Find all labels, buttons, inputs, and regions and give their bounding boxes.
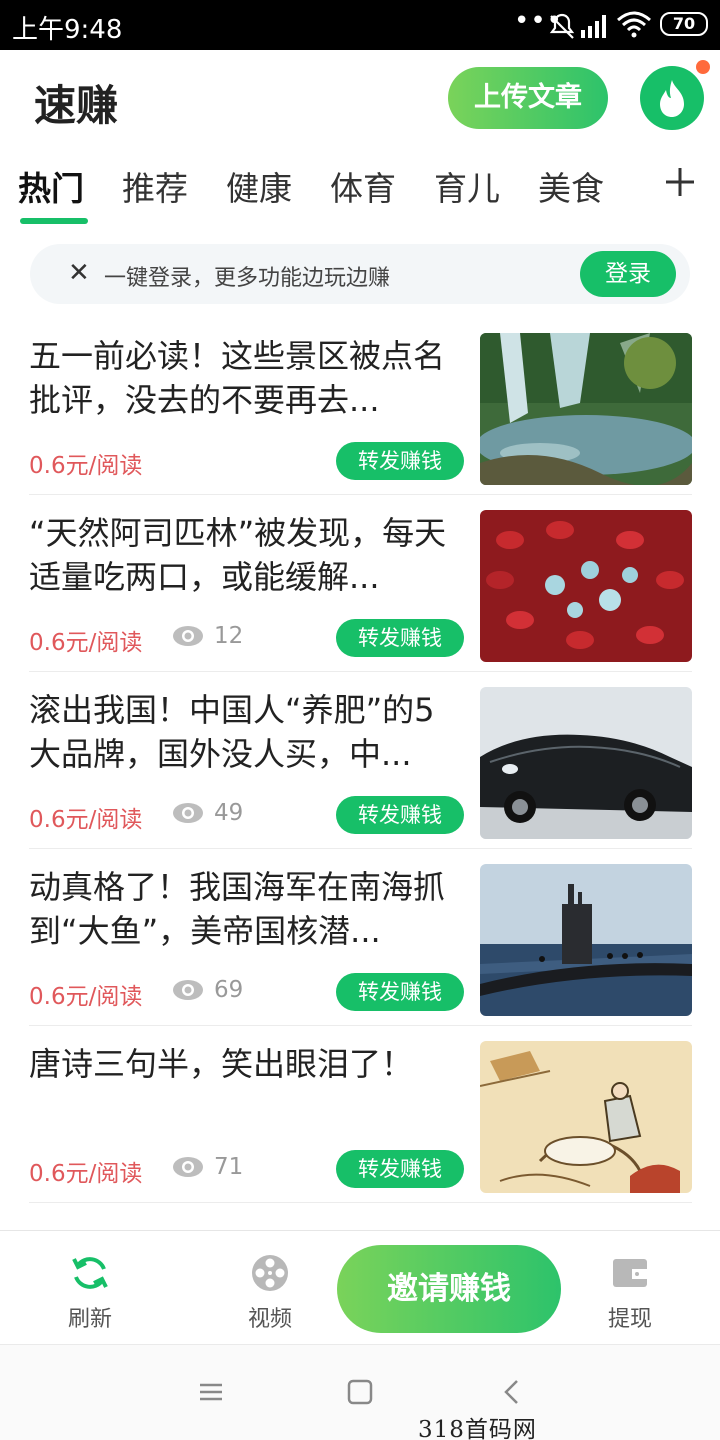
article-title-partial[interactable]: 忽修人的10种病，大多不用 <box>29 1221 422 1230</box>
view-count: 69 <box>172 977 243 1003</box>
article-thumbnail[interactable] <box>480 1041 692 1193</box>
share-earn-button[interactable]: 转发赚钱 <box>336 619 464 657</box>
app-header: 速赚 上传文章 <box>0 50 720 150</box>
article-feed: 五一前必读！这些景区被点名批评，没去的不要再去... 0.6元/阅读 转发赚钱 <box>0 318 720 1230</box>
article-title[interactable]: “天然阿司匹林”被发现，每天适量吃两口，或能缓解... <box>29 511 461 599</box>
article-title[interactable]: 五一前必读！这些景区被点名批评，没去的不要再去... <box>29 334 461 422</box>
tab-sports[interactable]: 体育 <box>330 162 396 210</box>
mute-bell-icon <box>549 13 575 39</box>
signal-icon <box>581 15 606 38</box>
nav-video-label: 视频 <box>247 1307 292 1332</box>
upload-article-button[interactable]: 上传文章 <box>448 67 608 129</box>
share-earn-button[interactable]: 转发赚钱 <box>336 973 464 1011</box>
article-thumbnail[interactable] <box>480 687 692 839</box>
flame-icon <box>660 80 684 117</box>
battery-indicator: 70 <box>660 12 708 36</box>
view-count-value: 69 <box>214 977 244 1003</box>
article-item[interactable]: 五一前必读！这些景区被点名批评，没去的不要再去... 0.6元/阅读 转发赚钱 <box>0 318 720 495</box>
login-banner-text: 一键登录，更多功能边玩边赚 <box>104 266 391 291</box>
menu-icon[interactable] <box>196 1377 226 1407</box>
invite-earn-button[interactable]: 邀请赚钱 <box>337 1245 561 1333</box>
eye-icon <box>173 626 203 646</box>
refresh-icon <box>72 1257 108 1289</box>
article-price: 0.6元/阅读 <box>29 807 143 833</box>
nav-withdraw-label: 提现 <box>607 1307 652 1332</box>
article-item[interactable]: “天然阿司匹林”被发现，每天适量吃两口，或能缓解... 0.6元/阅读 12 转… <box>0 495 720 672</box>
view-count: 49 <box>172 800 243 826</box>
app-title: 速赚 <box>34 81 119 130</box>
article-item[interactable]: 滚出我国！中国人“养肥”的5大品牌，国外没人买，中... 0.6元/阅读 49 … <box>0 672 720 849</box>
article-price: 0.6元/阅读 <box>29 630 143 656</box>
wallet-icon <box>613 1259 647 1287</box>
login-button[interactable]: 登录 <box>580 251 676 297</box>
nav-video[interactable]: 视频 <box>220 1231 320 1345</box>
status-bar: 上午9:48 ••• 70 <box>0 0 720 50</box>
share-earn-button[interactable]: 转发赚钱 <box>336 442 464 480</box>
share-earn-button[interactable]: 转发赚钱 <box>336 796 464 834</box>
article-title[interactable]: 唐诗三句半，笑出眼泪了！ <box>29 1042 461 1086</box>
category-tabs: 热门 推荐 健康 体育 育儿 美食 <box>0 158 720 228</box>
eye-icon <box>173 1157 203 1177</box>
login-banner: ✕ 一键登录，更多功能边玩边赚 登录 <box>30 244 690 304</box>
tab-hot[interactable]: 热门 <box>18 162 84 210</box>
article-title[interactable]: 动真格了！我国海军在南海抓到“大鱼”，美帝国核潜... <box>29 865 461 953</box>
app-screen: 上午9:48 ••• 70 速赚 上传文章 热门 推荐 健康 体育 育儿 美食 … <box>0 0 720 1440</box>
article-thumbnail[interactable] <box>480 333 692 485</box>
article-item[interactable]: 唐诗三句半，笑出眼泪了！ 0.6元/阅读 71 转发赚钱 <box>0 1026 720 1203</box>
nav-refresh-label: 刷新 <box>67 1307 112 1332</box>
nav-withdraw[interactable]: 提现 <box>580 1231 680 1345</box>
article-price: 0.6元/阅读 <box>29 984 143 1010</box>
notification-dot <box>696 60 710 74</box>
eye-icon <box>173 803 203 823</box>
view-count: 71 <box>172 1154 243 1180</box>
view-count: 12 <box>172 623 243 649</box>
view-count-value: 49 <box>214 800 244 826</box>
hot-fire-button[interactable] <box>640 66 704 130</box>
active-tab-indicator <box>20 218 88 224</box>
share-earn-button[interactable]: 转发赚钱 <box>336 1150 464 1188</box>
article-thumbnail[interactable] <box>480 864 692 1016</box>
film-reel-icon <box>252 1255 288 1291</box>
article-item[interactable]: 动真格了！我国海军在南海抓到“大鱼”，美帝国核潜... 0.6元/阅读 69 转… <box>0 849 720 1026</box>
close-icon[interactable]: ✕ <box>68 258 90 288</box>
tab-food[interactable]: 美食 <box>538 162 604 210</box>
article-thumbnail[interactable] <box>480 510 692 662</box>
tab-parenting[interactable]: 育儿 <box>434 162 500 210</box>
status-time: 上午9:48 <box>12 15 123 45</box>
article-price: 0.6元/阅读 <box>29 453 143 479</box>
home-square-icon[interactable] <box>345 1377 375 1407</box>
item-divider <box>29 1202 692 1203</box>
watermark-text: 318首码网 www.E318.com <box>418 1417 537 1440</box>
view-count-value: 12 <box>214 623 244 649</box>
add-tab-plus-icon[interactable] <box>662 164 698 200</box>
back-chevron-icon[interactable] <box>498 1377 528 1407</box>
tab-recommend[interactable]: 推荐 <box>122 162 188 210</box>
nav-refresh[interactable]: 刷新 <box>40 1231 140 1345</box>
wifi-icon <box>617 11 651 38</box>
eye-icon <box>173 980 203 1000</box>
article-title[interactable]: 滚出我国！中国人“养肥”的5大品牌，国外没人买，中... <box>29 688 461 776</box>
article-price: 0.6元/阅读 <box>29 1161 143 1187</box>
bottom-navigation: 刷新 视频 邀请赚钱 提现 <box>0 1230 720 1344</box>
view-count-value: 71 <box>214 1154 244 1180</box>
tab-health[interactable]: 健康 <box>226 162 292 210</box>
